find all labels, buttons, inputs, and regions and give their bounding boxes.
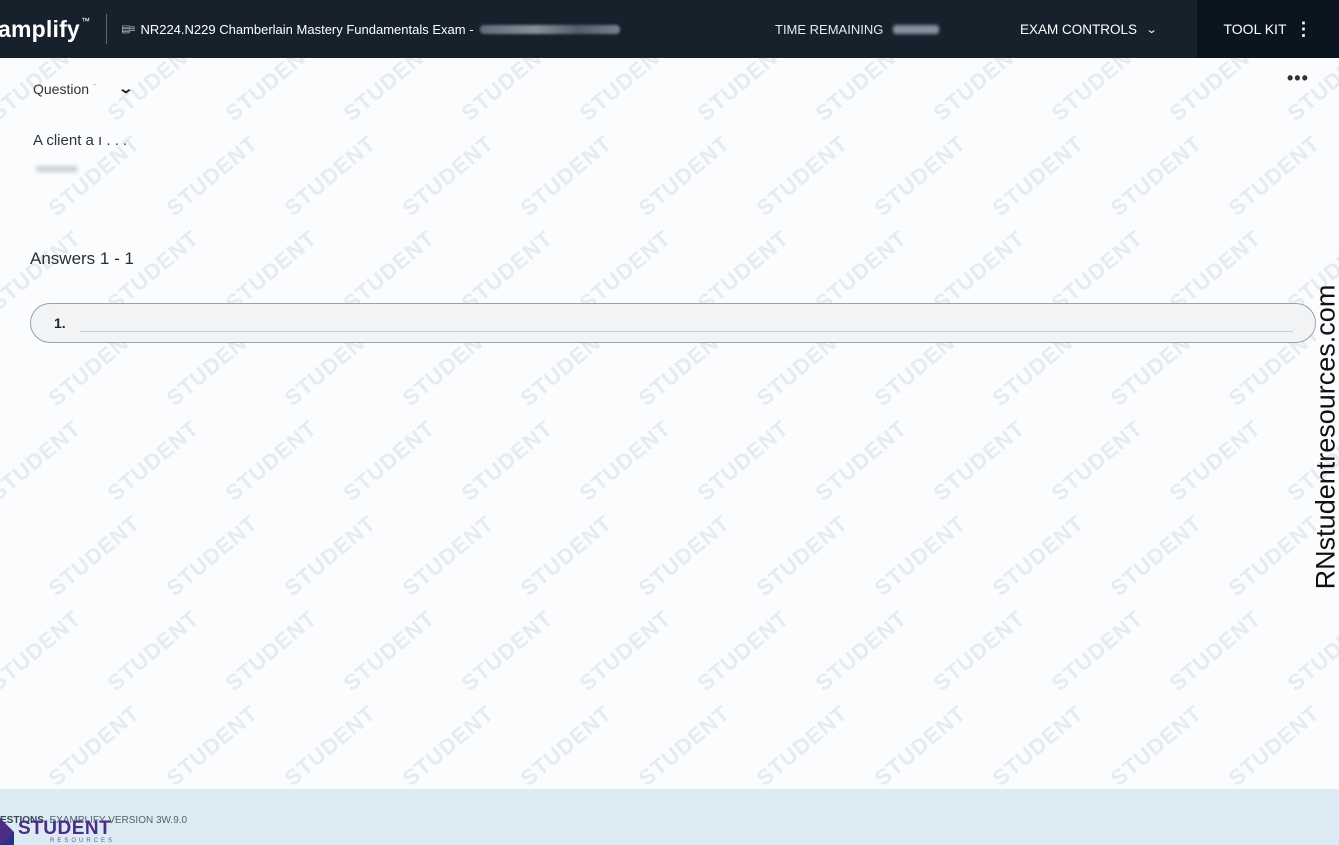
watermark-text: STUDENT <box>751 700 853 788</box>
watermark-text: STUDENT <box>633 130 735 221</box>
watermark-text: STUDENT <box>692 415 794 506</box>
app-logo: amplify™ <box>0 16 90 43</box>
top-bar: amplify™ ▤≡ NR224.N229 Chamberlain Maste… <box>0 0 1339 58</box>
answer-text-underline <box>79 331 1293 332</box>
watermark-text: STUDENT <box>987 700 1089 788</box>
chevron-down-icon: ⌄ <box>1145 23 1158 36</box>
chevron-down-icon: ⌄ <box>118 80 135 96</box>
watermark-text: STUDENT <box>279 130 381 221</box>
time-remaining: TIME REMAINING <box>775 0 940 58</box>
question-stem-redacted <box>36 166 78 172</box>
watermark-text: STUDENT <box>574 58 676 126</box>
watermark-text: STUDENT <box>810 605 912 696</box>
answer-option[interactable]: 1. <box>30 303 1316 343</box>
watermark-text: STUDENT <box>338 58 440 126</box>
watermark-text: STUDENT <box>751 130 853 221</box>
exam-controls-button[interactable]: EXAM CONTROLS ⌄ <box>1020 0 1158 58</box>
watermark-text: STUDENT <box>869 510 971 601</box>
watermark-text: STUDENT <box>1105 700 1207 788</box>
time-remaining-value-redacted <box>893 24 940 34</box>
watermark-text: STUDENT <box>633 700 735 788</box>
watermark-text: STUDENT <box>220 605 322 696</box>
watermark-text: STUDENT <box>810 58 912 126</box>
watermark-text: STUDENT <box>1105 510 1207 601</box>
question-number: ˉ <box>93 83 97 94</box>
watermark-text: STUDENT <box>102 605 204 696</box>
more-options-icon[interactable]: ••• <box>1287 68 1309 89</box>
watermark-text: STUDENT <box>1164 605 1266 696</box>
watermark-text: STUDENT <box>1164 415 1266 506</box>
watermark-text: STUDENT <box>515 700 617 788</box>
watermark-text: STUDENT <box>928 415 1030 506</box>
brand-name: amplify <box>0 15 80 42</box>
watermark-text: STUDENT <box>0 605 86 696</box>
exam-title: ▤≡ NR224.N229 Chamberlain Mastery Fundam… <box>121 21 620 37</box>
watermark-text: STUDENT <box>751 510 853 601</box>
time-remaining-label: TIME REMAINING <box>775 21 884 37</box>
footer-bar <box>0 789 1339 845</box>
watermark-text: STUDENT <box>338 605 440 696</box>
watermark-text: STUDENT <box>1105 130 1207 221</box>
toolkit-button[interactable]: TOOL KIT ⋮ <box>1197 0 1339 58</box>
watermark-text: STUDENT <box>397 130 499 221</box>
exam-controls-label: EXAM CONTROLS <box>1020 21 1138 37</box>
watermark-text: STUDENT <box>574 415 676 506</box>
answer-number: 1. <box>54 315 66 331</box>
watermark-text: STUDENT <box>928 605 1030 696</box>
watermark-text: STUDENT <box>1046 415 1148 506</box>
side-watermark-text: RNstudentresources.com <box>1310 284 1339 590</box>
watermark-text: STUDENT <box>43 510 145 601</box>
answers-heading: Answers 1 - 1 <box>30 249 134 268</box>
watermark-text: STUDENT <box>692 605 794 696</box>
watermark-text: STUDENT <box>397 510 499 601</box>
watermark-text: STUDENT <box>456 415 558 506</box>
question-selector[interactable]: Question ˉ ⌄ <box>33 80 135 97</box>
watermark-text: STUDENT <box>515 130 617 221</box>
question-stem: A client a ı . . . <box>33 132 128 149</box>
watermark-text: STUDENT <box>0 415 86 506</box>
watermark-text: STUDENT <box>397 700 499 788</box>
watermark-text: STUDENT <box>1046 605 1148 696</box>
watermark-text: STUDENT <box>1046 58 1148 126</box>
watermark-text: STUDENT <box>928 58 1030 126</box>
watermark-text: STUDENT <box>515 510 617 601</box>
logo-sub-text: RESOURCES <box>50 838 116 844</box>
brand-trademark: ™ <box>80 15 91 26</box>
header-divider <box>106 14 108 44</box>
watermark-text: STUDENT <box>987 130 1089 221</box>
watermark-text: STUDENT <box>869 700 971 788</box>
exam-icon: ▤≡ <box>121 23 135 35</box>
watermark-text: STUDENT <box>987 510 1089 601</box>
watermark-text: STUDENT <box>869 130 971 221</box>
exam-title-text: NR224.N229 Chamberlain Mastery Fundament… <box>140 21 474 37</box>
watermark-text: STUDENT <box>220 415 322 506</box>
watermark-text: STUDENT <box>279 510 381 601</box>
logo-main-text: STUDENT <box>18 818 112 839</box>
exam-title-redacted <box>479 24 620 34</box>
watermark-text: STUDENT <box>1223 130 1325 221</box>
watermark-text: STUDENT <box>692 58 794 126</box>
question-selector-label: Question <box>33 80 90 97</box>
kebab-menu-icon: ⋮ <box>1294 19 1313 39</box>
watermark-text: STUDENT <box>1282 605 1339 696</box>
watermark-text: STUDENT <box>43 700 145 788</box>
watermark-text: STUDENT <box>574 605 676 696</box>
watermark-text: STUDENT <box>161 510 263 601</box>
student-resources-logo: STUDENT RESOURCES <box>0 818 115 845</box>
watermark-text: STUDENT <box>161 700 263 788</box>
watermark-text: STUDENT <box>220 58 322 126</box>
logo-mark-icon <box>0 818 14 845</box>
watermark-text: STUDENT <box>633 510 735 601</box>
watermark-text: STUDENT <box>810 415 912 506</box>
watermark-text: STUDENT <box>456 605 558 696</box>
watermark-layer: STUDENT STUDENT STUDENT STUDENT STUDENT STUDE… <box>0 58 1339 788</box>
watermark-text: STUDENT <box>102 415 204 506</box>
watermark-text: STUDENT <box>338 415 440 506</box>
watermark-text: STUDENT <box>1164 58 1266 126</box>
watermark-text: STUDENT <box>1223 700 1325 788</box>
watermark-text: STUDENT <box>161 130 263 221</box>
watermark-text: STUDENT <box>279 700 381 788</box>
toolkit-label: TOOL KIT <box>1223 21 1287 37</box>
watermark-text: STUDENT <box>456 58 558 126</box>
